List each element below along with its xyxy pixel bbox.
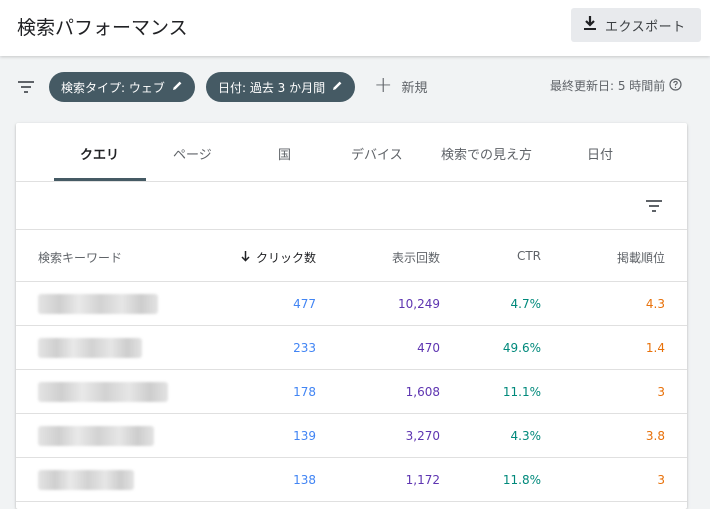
redacted-query: [38, 294, 158, 314]
filter-chip-date[interactable]: 日付: 過去 3 か月間: [206, 72, 356, 102]
plus-icon: +: [374, 73, 393, 98]
new-filter-button[interactable]: + 新規: [374, 73, 428, 98]
export-button[interactable]: エクスポート: [571, 8, 701, 42]
column-header-position[interactable]: 掲載順位: [617, 249, 665, 266]
table-row[interactable]: 139 3,270 4.3% 3.8: [16, 414, 687, 458]
column-header-ctr[interactable]: CTR: [517, 249, 541, 263]
table-toolbar: [16, 182, 687, 230]
help-icon[interactable]: [669, 77, 682, 94]
ctr-value: 4.7%: [510, 297, 542, 311]
table-header: 検索キーワード クリック数 表示回数 CTR 掲載順位: [16, 230, 687, 282]
redacted-query: [38, 426, 154, 446]
filter-icon[interactable]: [18, 78, 34, 97]
position-value: 3: [657, 385, 665, 399]
impressions-value: 3,270: [405, 429, 440, 443]
tab-countries[interactable]: 国: [278, 144, 291, 163]
position-value: 1.4: [645, 341, 665, 355]
redacted-query: [38, 338, 142, 358]
clicks-value: 233: [293, 341, 316, 355]
page-title: 検索パフォーマンス: [17, 17, 188, 39]
table-row[interactable]: 178 1,608 11.1% 3: [16, 370, 687, 414]
edit-icon: [172, 80, 183, 94]
position-value: 3: [657, 473, 665, 487]
position-value: 3.8: [645, 429, 665, 443]
page-header: 検索パフォーマンス エクスポート: [0, 0, 710, 56]
table-row[interactable]: 233 470 49.6% 1.4: [16, 326, 687, 370]
edit-icon: [332, 80, 343, 94]
tab-dates[interactable]: 日付: [587, 144, 613, 163]
results-card: クエリ ページ 国 デバイス 検索での見え方 日付 検索キーワード クリック数 …: [16, 123, 687, 509]
last-updated-label: 最終更新日: 5 時間前: [550, 79, 666, 93]
filter-chip-search-type[interactable]: 検索タイプ: ウェブ: [49, 72, 195, 102]
position-value: 4.3: [645, 297, 665, 311]
tab-pages[interactable]: ページ: [173, 144, 212, 163]
export-label: エクスポート: [605, 19, 686, 35]
active-tab-indicator: [54, 178, 146, 181]
clicks-value: 138: [293, 473, 316, 487]
tab-queries[interactable]: クエリ: [80, 144, 119, 163]
clicks-value: 477: [293, 297, 316, 311]
ctr-value: 11.8%: [502, 473, 541, 487]
tab-bar: クエリ ページ 国 デバイス 検索での見え方 日付: [16, 123, 687, 182]
redacted-query: [38, 470, 134, 490]
redacted-query: [38, 382, 168, 402]
tab-search-appearance[interactable]: 検索での見え方: [441, 144, 532, 163]
column-header-impressions[interactable]: 表示回数: [392, 249, 440, 266]
tab-devices[interactable]: デバイス: [351, 144, 403, 163]
table-row[interactable]: 477 10,249 4.7% 4.3: [16, 282, 687, 326]
column-header-clicks-label: クリック数: [255, 251, 316, 265]
arrow-down-icon: [241, 250, 250, 265]
ctr-value: 11.1%: [502, 385, 541, 399]
download-icon: [583, 15, 597, 35]
ctr-value: 4.3%: [510, 429, 542, 443]
column-header-clicks[interactable]: クリック数: [241, 249, 316, 266]
table-row[interactable]: 138 1,172 11.8% 3: [16, 458, 687, 502]
last-updated: 最終更新日: 5 時間前: [550, 77, 682, 94]
chip-label: 日付: 過去 3 か月間: [218, 80, 326, 95]
column-header-query[interactable]: 検索キーワード: [38, 249, 122, 266]
clicks-value: 139: [293, 429, 316, 443]
new-label: 新規: [401, 80, 428, 96]
ctr-value: 49.6%: [502, 341, 541, 355]
impressions-value: 10,249: [398, 297, 440, 311]
filter-rows-icon[interactable]: [646, 197, 662, 216]
impressions-value: 1,172: [405, 473, 440, 487]
impressions-value: 1,608: [405, 385, 440, 399]
filter-bar: 検索タイプ: ウェブ 日付: 過去 3 か月間 + 新規 最終更新日: 5 時間…: [0, 56, 710, 116]
chip-label: 検索タイプ: ウェブ: [61, 80, 165, 95]
impressions-value: 470: [417, 341, 440, 355]
clicks-value: 178: [293, 385, 316, 399]
